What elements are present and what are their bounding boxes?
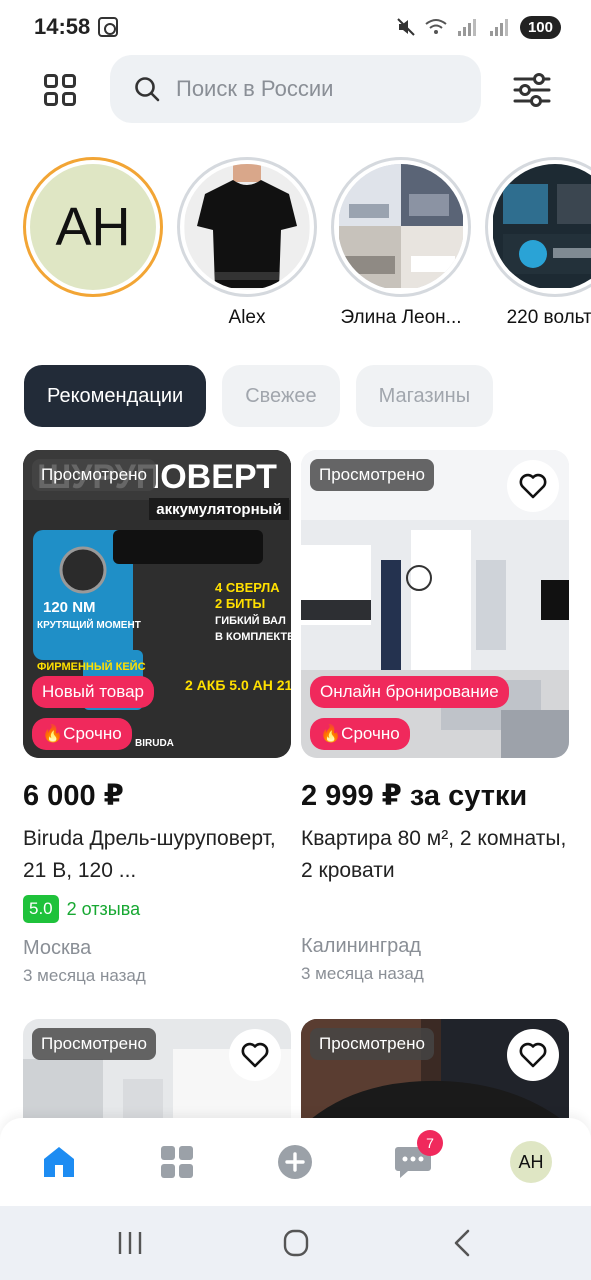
story-elina[interactable]: Элина Леон... [331,157,471,329]
listing-title[interactable]: Biruda Дрель-шуруповерт, 21 В, 120 ... [23,823,291,887]
bottom-nav: 7 AH [0,1118,591,1206]
listing-city: Москва [23,937,92,959]
favorite-button[interactable] [507,460,559,512]
profile-avatar: AH [510,1141,552,1183]
tab-shops[interactable]: Магазины [355,365,494,427]
image-text: КРУТЯЩИЙ МОМЕНТ [37,618,141,631]
viewed-badge: Просмотрено [32,459,156,491]
image-text: 2 БИТЫ [215,596,265,611]
drill-image: ШУРУПОВЕРТ аккумуляторный 120 NM КРУТЯЩИ… [23,450,291,758]
listing-price: 6 000 ₽ [23,780,124,812]
image-text: 120 NM [43,599,96,616]
rating-row: 5.0 2 отзыва [23,895,291,923]
image-text: BIRUDA [135,738,174,749]
catalog-icon [161,1146,193,1178]
signal-icon [457,19,476,36]
home-button-icon[interactable] [276,1228,316,1258]
image-text: В КОМПЛЕКТЕ [215,631,291,643]
listing-title[interactable]: Квартира 80 м², 2 комнаты, 2 кровати [301,823,569,887]
story-own-profile[interactable]: AH [23,157,163,297]
tab-fresh[interactable]: Свежее [222,365,340,427]
listing-date: 3 месяца назад [301,964,424,983]
rating-score: 5.0 [23,895,59,923]
story-label: Элина Леон... [340,307,462,328]
status-icons: 100 [396,14,561,40]
nav-catalog[interactable] [153,1138,201,1186]
listing-price: 2 999 ₽ за сутки [301,780,528,812]
search-icon [135,77,160,102]
grid-icon [44,74,58,88]
viewed-badge: Просмотрено [32,1028,156,1060]
story-label: Alex [228,307,266,328]
heart-icon [519,1042,547,1068]
online-booking-badge: Онлайн бронирование [310,676,509,708]
signal-icon-2 [489,19,508,36]
wifi-icon [425,19,447,34]
favorite-button[interactable] [507,1029,559,1081]
search-placeholder: Поиск в России [176,76,334,101]
image-text: 2 АКБ 5.0 AH 21 V [185,677,291,693]
image-text: ФИРМЕННЫЙ КЕЙС [37,660,146,673]
urgent-badge: 🔥Срочно [32,718,132,750]
status-time: 14:58 [34,14,91,39]
story-image-apartment [338,164,464,290]
favorite-button[interactable] [229,1029,281,1081]
recent-apps-icon[interactable] [110,1228,150,1258]
story-alex[interactable]: Alex [177,157,317,329]
battery-badge: 100 [519,15,561,39]
image-text: 4 СВЕРЛА [215,580,280,595]
heart-icon [519,473,547,499]
heart-icon [241,1042,269,1068]
listing-card[interactable]: ШУРУПОВЕРТ аккумуляторный 120 NM КРУТЯЩИ… [23,450,291,986]
home-icon [44,1147,74,1177]
tab-recommendations[interactable]: Рекомендации [24,365,207,427]
nav-profile[interactable]: AH [507,1138,555,1186]
plus-icon [278,1145,312,1179]
nav-add-listing[interactable] [271,1138,319,1186]
system-nav-bar [0,1206,591,1280]
listing-date: 3 месяца назад [23,966,146,985]
listing-city: Калининград [301,935,422,957]
urgent-badge: 🔥Срочно [310,718,410,750]
story-image-tools [492,164,591,290]
stories-row: AH Alex Элина Леон... 220 вольт [0,157,591,332]
viewed-badge: Просмотрено [310,1028,434,1060]
story-image-tshirt [184,164,310,290]
messages-count-badge: 7 [417,1130,443,1156]
story-220-volt[interactable]: 220 вольт - [485,157,591,329]
viewed-badge: Просмотрено [310,459,434,491]
screen-record-icon [98,17,118,37]
search-input[interactable]: Поиск в России [110,55,481,123]
categories-grid-button[interactable] [40,70,78,108]
story-label: 220 вольт - [506,307,591,328]
mute-icon [397,18,415,36]
filter-icon[interactable] [512,70,552,110]
nav-home[interactable] [35,1138,83,1186]
image-text: аккумуляторный [156,501,281,518]
listing-image[interactable]: Просмотрено Онлайн бронирование 🔥Срочно [301,450,569,758]
nav-messages[interactable]: 7 [389,1130,443,1186]
avatar: AH [30,164,156,290]
reviews-link[interactable]: 2 отзыва [67,899,140,920]
listing-card[interactable]: Просмотрено Онлайн бронирование 🔥Срочно … [301,450,569,984]
feed-tabs: Рекомендации Свежее Магазины [24,365,494,427]
image-text: ГИБКИЙ ВАЛ [215,614,286,627]
listing-image[interactable]: ШУРУПОВЕРТ аккумуляторный 120 NM КРУТЯЩИ… [23,450,291,758]
status-bar: 14:58 100 [0,0,591,54]
back-icon[interactable] [442,1228,482,1258]
new-item-badge: Новый товар [32,676,154,708]
